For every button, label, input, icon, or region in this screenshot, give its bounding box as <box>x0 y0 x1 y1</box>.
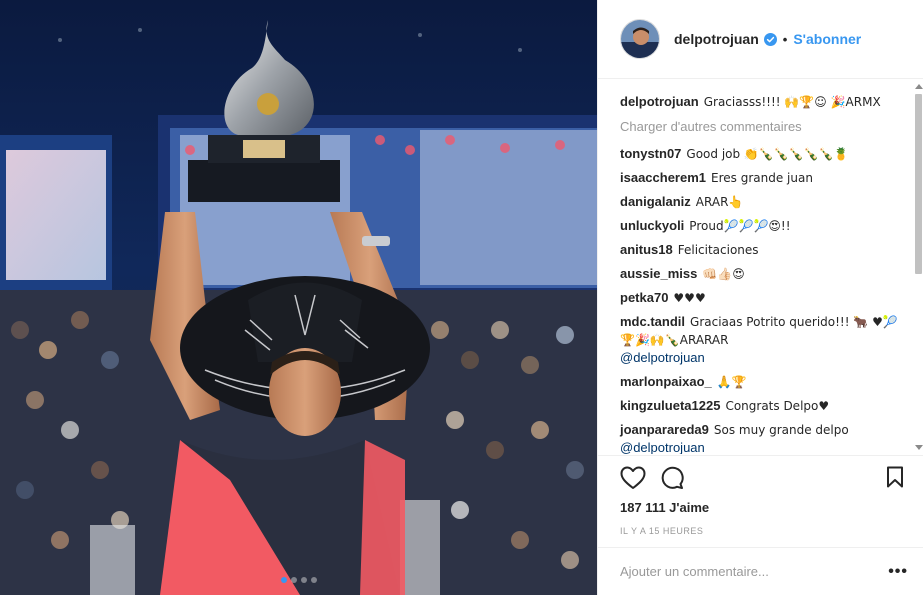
comment-input[interactable] <box>620 564 889 579</box>
comment-text: Felicitaciones <box>677 243 759 257</box>
comment-text: 🙏🏆 <box>716 375 747 389</box>
comment-username[interactable]: kingzulueta1225 <box>620 398 720 413</box>
avatar[interactable] <box>620 19 660 59</box>
post-actions <box>598 455 923 497</box>
load-more-comments-link[interactable]: Charger d'autres commentaires <box>620 119 904 134</box>
header-separator: • <box>782 31 788 47</box>
post-photo[interactable] <box>0 0 597 595</box>
comment-text: ARAR👆 <box>695 195 744 209</box>
verified-badge-icon <box>763 32 777 46</box>
comment-mention[interactable]: @delpotrojuan <box>620 440 705 454</box>
caption-username[interactable]: delpotrojuan <box>620 94 699 109</box>
comment-text: 👊🏻👍🏻😍 <box>702 267 745 281</box>
comment-item: petka70 ♥♥♥ <box>620 289 904 307</box>
scroll-up-arrow-icon[interactable] <box>915 84 923 89</box>
comment-item: joanparareda9 Sos muy grande delpo @delpot… <box>620 421 904 454</box>
bookmark-icon[interactable] <box>886 466 904 491</box>
comment-username[interactable]: petka70 <box>620 290 668 305</box>
comment-username[interactable]: aussie_miss <box>620 266 697 281</box>
comment-username[interactable]: mdc.tandil <box>620 314 685 329</box>
comment-item: danigalaniz ARAR👆 <box>620 193 904 211</box>
likes-count[interactable]: 187 111 J'aime <box>620 500 709 515</box>
carousel-dots <box>0 577 597 583</box>
instagram-post: delpotrojuan • S'abonner delpotrojuan Gra… <box>0 0 923 595</box>
comment-username[interactable]: anitus18 <box>620 242 673 257</box>
carousel-dot[interactable] <box>310 577 317 583</box>
comment-mention[interactable]: @delpotrojuan <box>620 350 705 365</box>
comment-form: ••• <box>598 547 923 595</box>
comment-item: isaaccherem1 Eres grande juan <box>620 169 904 187</box>
comment-text: Proud🎾🎾🎾😍!! <box>689 219 791 233</box>
comment-item: unluckyoli Proud🎾🎾🎾😍!! <box>620 217 904 235</box>
post-header: delpotrojuan • S'abonner <box>598 0 923 79</box>
comment-text: Sos muy grande delpo <box>713 423 849 437</box>
follow-button[interactable]: S'abonner <box>793 31 861 47</box>
heart-outline-icon[interactable] <box>620 466 646 493</box>
caption-text: Graciasss!!!! 🙌🏆☺ 🎉ARMX <box>703 95 881 109</box>
caption: delpotrojuan Graciasss!!!! 🙌🏆☺ 🎉ARMX <box>620 93 904 111</box>
carousel-dot[interactable] <box>280 577 287 583</box>
comment-item: tonystn07 Good job 👏🍾🍾🍾🍾🍾🍍 <box>620 145 904 163</box>
comment-item: aussie_miss 👊🏻👍🏻😍 <box>620 265 904 283</box>
comment-text: Good job 👏🍾🍾🍾🍾🍾🍍 <box>686 147 849 161</box>
comment-item: anitus18 Felicitaciones <box>620 241 904 259</box>
comment-username[interactable]: unluckyoli <box>620 218 684 233</box>
more-options-icon[interactable]: ••• <box>888 563 908 581</box>
comment-username[interactable]: tonystn07 <box>620 146 681 161</box>
post-sidebar: delpotrojuan • S'abonner delpotrojuan Gra… <box>597 0 923 595</box>
trophy-celebration-image <box>0 0 597 595</box>
comment-username[interactable]: isaaccherem1 <box>620 170 706 185</box>
comment-text: ♥♥♥ <box>673 291 706 305</box>
comment-username[interactable]: joanparareda9 <box>620 422 709 437</box>
comment-text: Congrats Delpo♥ <box>725 399 830 413</box>
comment-text: Eres grande juan <box>711 171 813 185</box>
comment-item: kingzulueta1225 Congrats Delpo♥ <box>620 397 904 415</box>
carousel-dot[interactable] <box>290 577 297 583</box>
comment-item: mdc.tandil Graciaas Potrito querido!!! 🐂 … <box>620 313 904 367</box>
comments-scrollbar[interactable] <box>914 80 923 454</box>
post-timestamp: IL Y A 15 HEURES <box>620 526 704 536</box>
scroll-down-arrow-icon[interactable] <box>915 445 923 450</box>
carousel-dot[interactable] <box>300 577 307 583</box>
author-username[interactable]: delpotrojuan <box>674 31 759 47</box>
scroll-thumb[interactable] <box>915 94 922 274</box>
comments-list[interactable]: delpotrojuan Graciasss!!!! 🙌🏆☺ 🎉ARMX Char… <box>598 80 923 454</box>
speech-bubble-icon[interactable] <box>660 466 684 493</box>
comment-username[interactable]: danigalaniz <box>620 194 691 209</box>
comment-username[interactable]: marlonpaixao_ <box>620 374 712 389</box>
comment-item: marlonpaixao_ 🙏🏆 <box>620 373 904 391</box>
